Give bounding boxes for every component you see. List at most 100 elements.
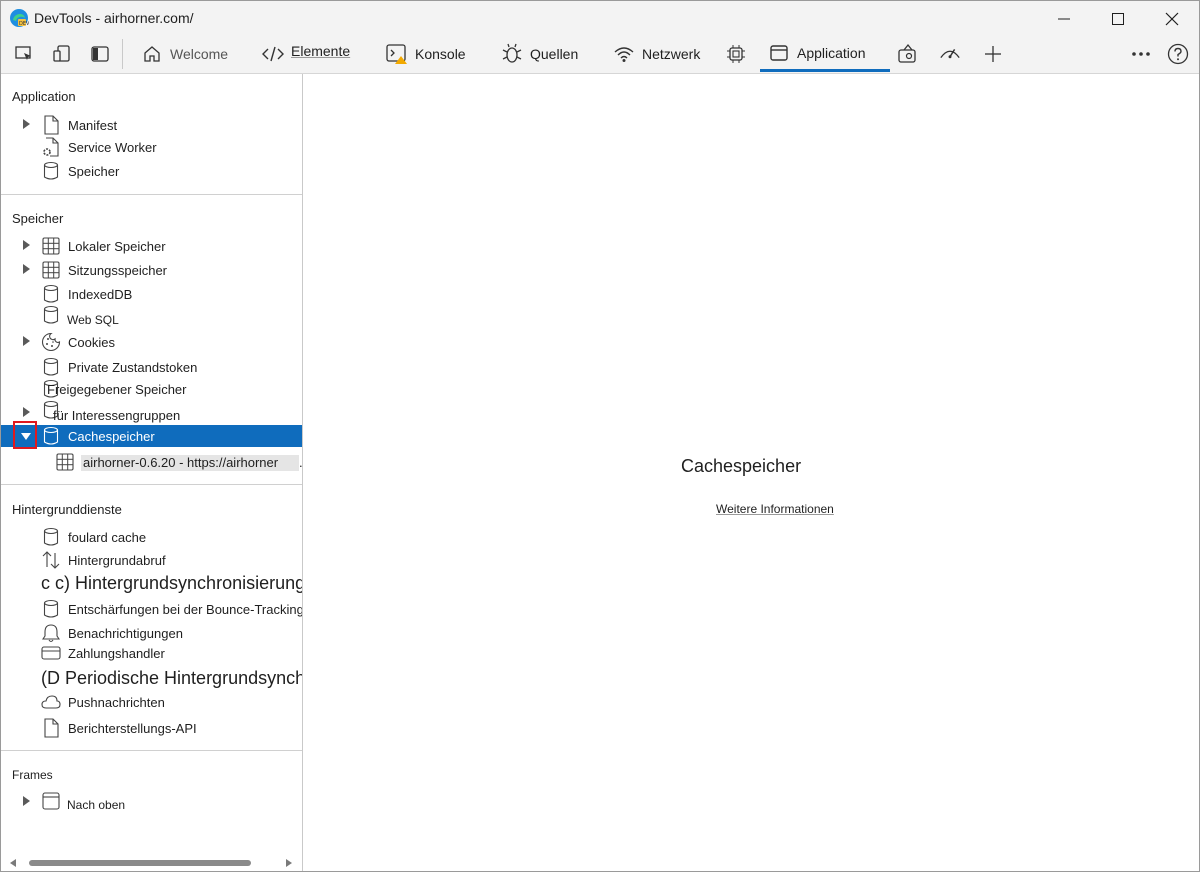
sidebar-item-private-state-tokens[interactable]: Private Zustandstoken (1, 356, 302, 378)
sidebar-item-push-messaging[interactable]: Pushnachrichten (1, 691, 302, 713)
sidebar-item-shared-storage[interactable]: Freigegebener Speicher (1, 378, 302, 400)
sidebar-item-storage[interactable]: Speicher (1, 160, 302, 182)
console-warning-icon (386, 43, 408, 65)
sidebar-item-label: Zahlungshandler (68, 646, 165, 661)
sidebar-item-background-fetch[interactable]: Hintergrundabruf (1, 549, 302, 571)
sidebar-item-notifications[interactable]: Benachrichtigungen (1, 622, 302, 644)
sidebar-item-label: Web SQL (67, 313, 119, 327)
truncation-ellipsis: . (299, 455, 303, 470)
sidebar-item-label: Private Zustandstoken (68, 360, 198, 375)
grid-icon (41, 260, 61, 280)
credit-card-icon (41, 643, 61, 663)
section-header-storage: Speicher (12, 211, 64, 226)
bell-icon (41, 623, 61, 643)
file-icon (41, 718, 61, 738)
svg-text:DEV: DEV (19, 21, 29, 27)
sidebar-item-label: Cachespeicher (68, 429, 155, 444)
sidebar-horizontal-scrollbar[interactable] (7, 858, 295, 868)
tab-label: Elemente (291, 43, 351, 59)
database-icon (41, 599, 61, 619)
grid-icon (55, 452, 75, 472)
sidebar-item-label: Hintergrundabruf (68, 553, 166, 568)
close-button[interactable] (1149, 1, 1195, 36)
database-icon (41, 161, 61, 181)
title-bar: DEV DevTools - airhorner.com/ (1, 1, 1199, 36)
wifi-icon (613, 43, 635, 65)
sidebar-item-top-frame[interactable]: Nach oben (1, 791, 302, 813)
tab-network[interactable]: Netzwerk (613, 36, 700, 72)
sidebar-item-label: IndexedDB (68, 287, 133, 302)
devtools-toolbar: Welcome Elemente Konsole Quellen Netzwer… (1, 36, 1199, 74)
minimize-button[interactable] (1041, 1, 1087, 36)
tab-console[interactable]: Konsole (386, 36, 466, 72)
cloud-icon (41, 692, 61, 712)
expand-arrow-icon[interactable] (23, 407, 30, 417)
dock-sidebar-icon[interactable] (89, 43, 111, 65)
expand-arrow-icon[interactable] (23, 119, 30, 129)
learn-more-link[interactable]: Weitere Informationen (716, 502, 834, 516)
sidebar-item-label: für Interessengruppen (53, 408, 181, 423)
edge-devtools-icon: DEV (9, 8, 29, 28)
database-icon (41, 305, 61, 325)
sidebar-item-web-sql[interactable]: Web SQL (1, 305, 302, 329)
sidebar-item-label: Entschärfungen bei der Bounce-Tracking-Ü… (68, 602, 302, 617)
sidebar-item-label: Berichterstellungs-API (68, 721, 197, 736)
tab-label: Quellen (530, 46, 579, 62)
device-emulation-icon[interactable] (51, 43, 73, 65)
tab-welcome[interactable]: Welcome (141, 36, 228, 72)
sidebar-item-label: Manifest (68, 118, 118, 133)
expand-arrow-icon[interactable] (23, 264, 30, 274)
grid-icon (41, 236, 61, 256)
performance-icon[interactable] (939, 43, 961, 65)
frame-window-icon (41, 791, 61, 811)
more-options-icon[interactable] (1130, 43, 1152, 65)
expand-arrow-icon[interactable] (23, 336, 30, 346)
code-icon (262, 43, 284, 65)
tab-application[interactable]: Application (760, 36, 890, 72)
window-title: DevTools - airhorner.com/ (34, 10, 194, 26)
section-header-frames: Frames (12, 768, 53, 782)
add-tab-icon[interactable] (982, 43, 1004, 65)
sidebar-item-session-storage[interactable]: Sitzungsspeicher (1, 259, 302, 281)
sidebar-item-label: Pushnachrichten (68, 695, 165, 710)
sidebar-item-cache-storage[interactable]: Cachespeicher (1, 425, 302, 447)
sidebar-item-label: foulard cache (68, 530, 147, 545)
tab-label: Konsole (415, 46, 466, 62)
sidebar-item-background-sync[interactable]: c c) Hintergrundsynchronisierung (1, 571, 302, 597)
file-icon (41, 115, 61, 135)
inspect-element-icon[interactable] (13, 43, 35, 65)
maximize-button[interactable] (1095, 1, 1141, 36)
tab-elements[interactable]: Elemente (262, 36, 350, 72)
sidebar-item-cookies[interactable]: Cookies (1, 331, 302, 353)
sidebar-item-cache-entry[interactable]: airhorner-0.6.20 - https://airhorner . (1, 451, 302, 473)
database-icon (41, 527, 61, 547)
sidebar-item-label: Cookies (68, 335, 115, 350)
sidebar-item-label: Lokaler Speicher (68, 239, 166, 254)
highlight-box (13, 421, 37, 449)
sidebar-item-interest-groups[interactable]: für Interessengruppen (1, 400, 302, 424)
tab-sources[interactable]: Quellen (501, 36, 578, 72)
sidebar-item-indexeddb[interactable]: IndexedDB (1, 283, 302, 305)
sidebar-item-back-forward-cache[interactable]: foulard cache (1, 526, 302, 548)
toolbar-separator (122, 39, 123, 69)
section-header-background-services: Hintergrunddienste (12, 502, 122, 517)
sidebar-item-periodic-background-sync[interactable]: (D Periodische Hintergrundsynchronisieru… (1, 666, 302, 692)
sidebar-item-label: Benachrichtigungen (68, 626, 183, 641)
database-icon (41, 426, 61, 446)
sidebar-item-reporting-api[interactable]: Berichterstellungs-API (1, 717, 302, 739)
database-icon (41, 284, 61, 304)
sidebar-item-local-storage[interactable]: Lokaler Speicher (1, 235, 302, 257)
sidebar-item-bounce-tracking[interactable]: Entschärfungen bei der Bounce-Tracking-Ü… (1, 598, 302, 620)
sidebar-item-payment-handler[interactable]: Zahlungshandler (1, 642, 302, 664)
expand-arrow-icon[interactable] (23, 796, 30, 806)
sidebar-item-label: Nach oben (67, 798, 126, 812)
tab-memory[interactable] (725, 36, 754, 72)
sidebar-item-manifest[interactable]: Manifest (1, 114, 302, 136)
help-icon[interactable] (1167, 43, 1189, 65)
expand-arrow-icon[interactable] (23, 240, 30, 250)
paint-icon[interactable] (897, 43, 919, 65)
application-icon (768, 42, 790, 64)
sidebar-item-service-worker[interactable]: Service Worker (1, 136, 302, 158)
up-down-arrows-icon (41, 550, 61, 570)
sidebar-item-label: (D Periodische Hintergrundsynchronisieru… (41, 668, 303, 688)
